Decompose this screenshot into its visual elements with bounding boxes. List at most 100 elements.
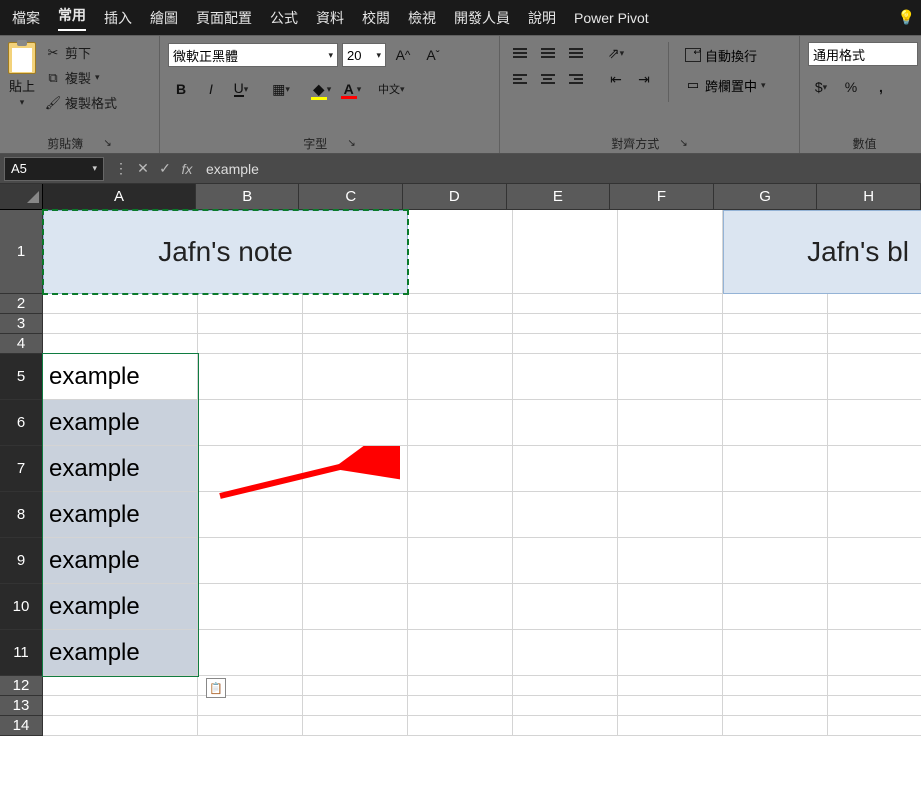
cell-C10[interactable] bbox=[303, 584, 408, 630]
cell-D4[interactable] bbox=[408, 334, 513, 354]
dialog-launcher-icon[interactable]: ↘ bbox=[103, 138, 111, 149]
cell-C4[interactable] bbox=[303, 334, 408, 354]
col-header-E[interactable]: E bbox=[507, 184, 611, 210]
cell-A4[interactable] bbox=[43, 334, 198, 354]
tab-formulas[interactable]: 公式 bbox=[270, 8, 298, 28]
cell-F11[interactable] bbox=[618, 630, 723, 676]
underline-button[interactable]: U▾ bbox=[228, 76, 254, 102]
chevron-down-icon[interactable]: ▾ bbox=[20, 97, 25, 108]
row-header-3[interactable]: 3 bbox=[0, 314, 43, 334]
cell-A14[interactable] bbox=[43, 716, 198, 736]
cell-H7[interactable] bbox=[828, 446, 921, 492]
cell-H14[interactable] bbox=[828, 716, 921, 736]
tab-help[interactable]: 說明 bbox=[528, 8, 556, 28]
cell-G11[interactable] bbox=[723, 630, 828, 676]
cell-G13[interactable] bbox=[723, 696, 828, 716]
cell-C8[interactable] bbox=[303, 492, 408, 538]
cell-D14[interactable] bbox=[408, 716, 513, 736]
cell-H10[interactable] bbox=[828, 584, 921, 630]
cell-C3[interactable] bbox=[303, 314, 408, 334]
tab-review[interactable]: 校閱 bbox=[362, 8, 390, 28]
cell-C2[interactable] bbox=[303, 294, 408, 314]
cell-E4[interactable] bbox=[513, 334, 618, 354]
font-color-button[interactable]: A▾ bbox=[338, 76, 364, 102]
cell-A13[interactable] bbox=[43, 696, 198, 716]
cell-C12[interactable] bbox=[303, 676, 408, 696]
cell-F5[interactable] bbox=[618, 354, 723, 400]
cell-B6[interactable] bbox=[198, 400, 303, 446]
cell-A12[interactable] bbox=[43, 676, 198, 696]
col-header-H[interactable]: H bbox=[817, 184, 921, 210]
cell-B9[interactable] bbox=[198, 538, 303, 584]
row-header-11[interactable]: 11 bbox=[0, 630, 43, 676]
cell-H9[interactable] bbox=[828, 538, 921, 584]
borders-button[interactable]: ▦▾ bbox=[268, 76, 294, 102]
tab-insert[interactable]: 插入 bbox=[104, 8, 132, 28]
row-header-12[interactable]: 12 bbox=[0, 676, 43, 696]
row-header-2[interactable]: 2 bbox=[0, 294, 43, 314]
row-header-6[interactable]: 6 bbox=[0, 400, 43, 446]
cell-A8[interactable]: example bbox=[43, 492, 198, 538]
cell-E2[interactable] bbox=[513, 294, 618, 314]
cell-F2[interactable] bbox=[618, 294, 723, 314]
cell-D10[interactable] bbox=[408, 584, 513, 630]
cell-E7[interactable] bbox=[513, 446, 618, 492]
cell-C13[interactable] bbox=[303, 696, 408, 716]
number-format-select[interactable]: 通用格式 bbox=[808, 42, 918, 66]
currency-icon[interactable]: $▾ bbox=[808, 74, 834, 100]
cell-B10[interactable] bbox=[198, 584, 303, 630]
italic-button[interactable]: I bbox=[198, 76, 224, 102]
more-menu-icon[interactable]: ⋮ bbox=[110, 160, 132, 177]
tab-home[interactable]: 常用 bbox=[58, 5, 86, 31]
cell-E10[interactable] bbox=[513, 584, 618, 630]
cell-F8[interactable] bbox=[618, 492, 723, 538]
align-bottom-icon[interactable] bbox=[564, 42, 588, 64]
cell-B13[interactable] bbox=[198, 696, 303, 716]
cell-E13[interactable] bbox=[513, 696, 618, 716]
align-middle-icon[interactable] bbox=[536, 42, 560, 64]
cell-H2[interactable] bbox=[828, 294, 921, 314]
col-header-A[interactable]: A bbox=[43, 184, 196, 210]
cell-E11[interactable] bbox=[513, 630, 618, 676]
wrap-text-button[interactable]: 自動換行 bbox=[681, 42, 770, 68]
paste-button[interactable]: 貼上 ▾ bbox=[8, 42, 36, 108]
merged-cell-G1[interactable]: Jafn's bl bbox=[723, 210, 921, 294]
select-all-corner[interactable] bbox=[0, 184, 43, 210]
confirm-icon[interactable]: ✓ bbox=[154, 160, 176, 177]
row-header-14[interactable]: 14 bbox=[0, 716, 43, 736]
cell-B4[interactable] bbox=[198, 334, 303, 354]
tab-draw[interactable]: 繪圖 bbox=[150, 8, 178, 28]
fx-icon[interactable]: fx bbox=[176, 161, 198, 177]
cell-E6[interactable] bbox=[513, 400, 618, 446]
cell-G10[interactable] bbox=[723, 584, 828, 630]
cell-A9[interactable]: example bbox=[43, 538, 198, 584]
row-header-4[interactable]: 4 bbox=[0, 334, 43, 354]
cell-D6[interactable] bbox=[408, 400, 513, 446]
cell-F7[interactable] bbox=[618, 446, 723, 492]
cell-G5[interactable] bbox=[723, 354, 828, 400]
cell-F13[interactable] bbox=[618, 696, 723, 716]
cut-button[interactable]: ✂ 剪下 bbox=[42, 42, 120, 63]
cell-D9[interactable] bbox=[408, 538, 513, 584]
cell-E8[interactable] bbox=[513, 492, 618, 538]
col-header-C[interactable]: C bbox=[299, 184, 403, 210]
cell-H5[interactable] bbox=[828, 354, 921, 400]
cell-A7[interactable]: example bbox=[43, 446, 198, 492]
cell-B8[interactable] bbox=[198, 492, 303, 538]
row-header-8[interactable]: 8 bbox=[0, 492, 43, 538]
cell-D12[interactable] bbox=[408, 676, 513, 696]
cell-B5[interactable] bbox=[198, 354, 303, 400]
cell-D1[interactable] bbox=[408, 210, 513, 294]
cell-G14[interactable] bbox=[723, 716, 828, 736]
cell-E1[interactable] bbox=[513, 210, 618, 294]
cell-H6[interactable] bbox=[828, 400, 921, 446]
cell-A2[interactable] bbox=[43, 294, 198, 314]
bold-button[interactable]: B bbox=[168, 76, 194, 102]
cell-G7[interactable] bbox=[723, 446, 828, 492]
row-header-10[interactable]: 10 bbox=[0, 584, 43, 630]
decrease-font-icon[interactable]: Aˇ bbox=[420, 42, 446, 68]
merge-center-button[interactable]: ▭ 跨欄置中 ▾ bbox=[681, 72, 770, 98]
col-header-D[interactable]: D bbox=[403, 184, 507, 210]
cell-G3[interactable] bbox=[723, 314, 828, 334]
cell-C11[interactable] bbox=[303, 630, 408, 676]
